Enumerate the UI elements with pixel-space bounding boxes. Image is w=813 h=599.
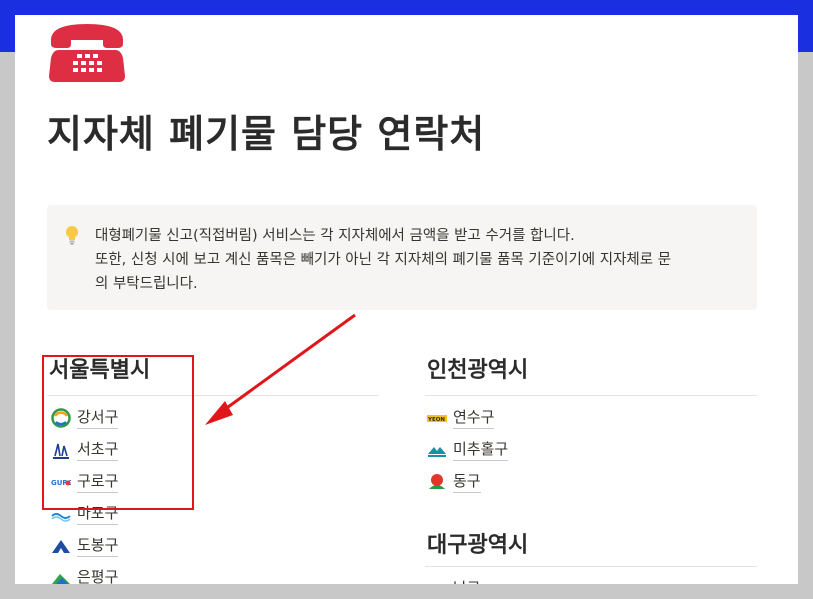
page-title: 지자체 폐기물 담당 연락처 bbox=[47, 112, 486, 156]
donggu-logo-icon bbox=[429, 474, 445, 489]
callout: 대형폐기물 신고(직접버림) 서비스는 각 지자체에서 금액을 받고 수거를 합… bbox=[47, 205, 757, 310]
district-link-dobong[interactable]: 도봉구 bbox=[51, 535, 119, 557]
district-label: 연수구 bbox=[453, 407, 495, 429]
eunpyeong-logo-icon bbox=[52, 574, 70, 584]
callout-line: 대형폐기물 신고(직접버림) 서비스는 각 지자체에서 금액을 받고 수거를 합… bbox=[95, 228, 575, 244]
district-label: 미추홀구 bbox=[453, 439, 509, 461]
dobong-logo-icon bbox=[52, 540, 70, 553]
district-link-yeonsu[interactable]: YEON 연수구 bbox=[427, 407, 495, 429]
section-heading-incheon: 인천광역시 bbox=[427, 358, 529, 383]
district-link-michuhol[interactable]: 미추홀구 bbox=[427, 439, 509, 461]
district-link-donggu[interactable]: 동구 bbox=[427, 471, 481, 493]
lightbulb-icon bbox=[66, 226, 78, 245]
callout-line: 또한, 신청 시에 보고 계신 품목은 빼기가 아닌 각 지자체의 폐기물 품목… bbox=[95, 252, 672, 268]
svg-text:YEON: YEON bbox=[427, 417, 445, 423]
callout-line: 의 부탁드립니다. bbox=[95, 276, 198, 292]
section-divider bbox=[425, 566, 757, 567]
page-content: 지자체 폐기물 담당 연락처 대형폐기물 신고(직접버림) 서비스는 각 지자체… bbox=[15, 15, 798, 584]
district-label: 남구 bbox=[453, 578, 481, 584]
district-link-namgu[interactable]: 남구 bbox=[427, 578, 481, 584]
district-link-eunpyeong[interactable]: 은평구 bbox=[51, 567, 118, 584]
annotation-arrow bbox=[205, 313, 356, 425]
section-heading-daegu: 대구광역시 bbox=[427, 533, 529, 558]
michuhol-logo-icon bbox=[428, 447, 446, 457]
district-label: 동구 bbox=[453, 471, 481, 493]
namgu-logo-icon bbox=[427, 579, 447, 584]
yeonsu-logo-icon: YEON bbox=[427, 415, 447, 423]
section-divider bbox=[425, 395, 757, 396]
district-label: 은평구 bbox=[77, 567, 118, 584]
district-label: 도봉구 bbox=[77, 535, 119, 557]
telephone-icon bbox=[49, 24, 125, 82]
highlight-box bbox=[42, 355, 194, 510]
callout-text: 대형폐기물 신고(직접버림) 서비스는 각 지자체에서 금액을 받고 수거를 합… bbox=[95, 224, 735, 296]
